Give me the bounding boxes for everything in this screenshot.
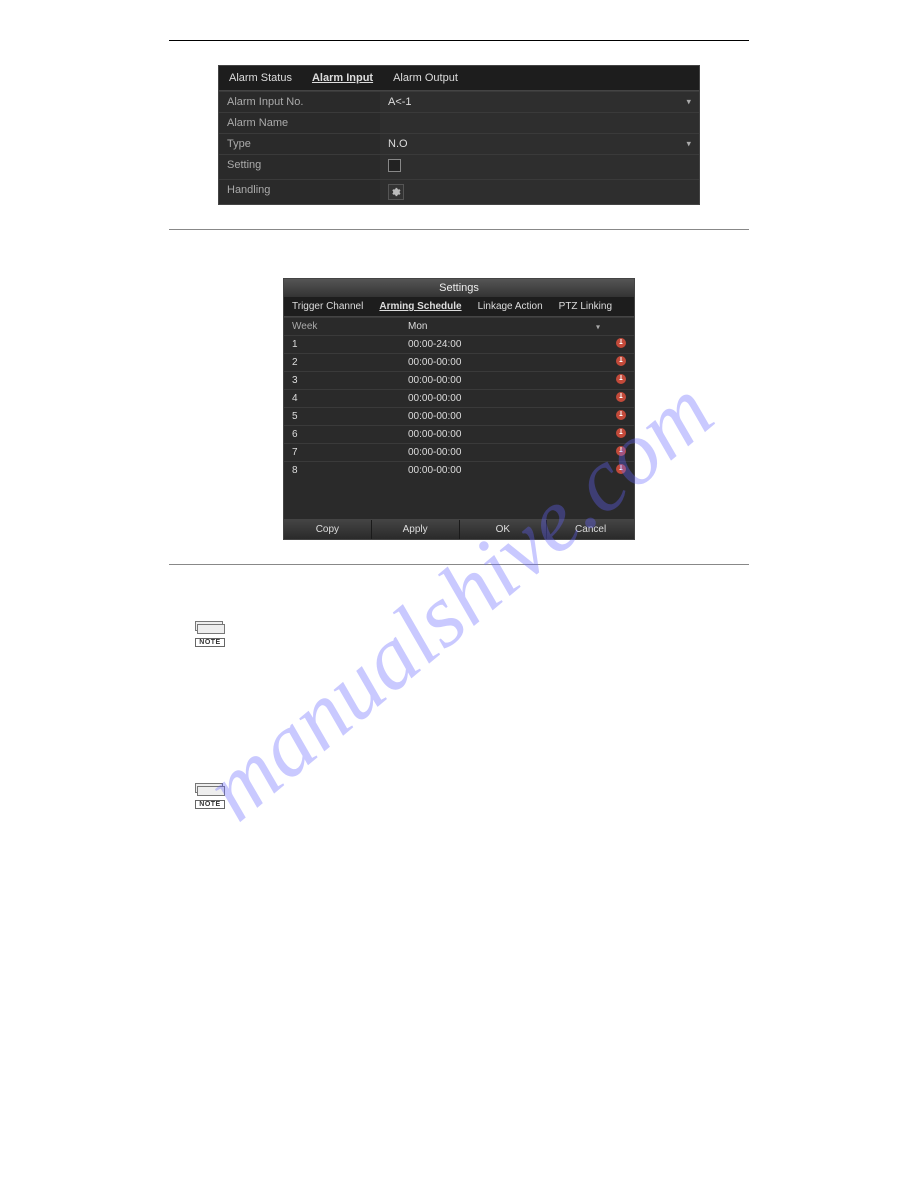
note-label: NOTE	[195, 800, 225, 809]
schedule-row-index: 6	[284, 426, 400, 443]
ok-button[interactable]: OK	[459, 520, 547, 539]
settings-button-bar: Copy Apply OK Cancel	[284, 519, 634, 539]
schedule-row: 100:00-24:00	[284, 335, 634, 353]
panel1-tabs: Alarm Status Alarm Input Alarm Output	[219, 66, 699, 91]
schedule-time-range[interactable]: 00:00-00:00	[400, 354, 608, 371]
tab-arming-schedule[interactable]: Arming Schedule	[371, 297, 469, 316]
label-alarm-input-no: Alarm Input No.	[219, 92, 380, 112]
schedule-row: 500:00-00:00	[284, 407, 634, 425]
schedule-time-range[interactable]: 00:00-00:00	[400, 426, 608, 443]
clock-icon[interactable]	[616, 410, 626, 420]
select-type[interactable]: N.O	[380, 134, 699, 154]
clock-icon-cell	[608, 446, 634, 459]
schedule-row: 300:00-00:00	[284, 371, 634, 389]
note-icon: NOTE	[195, 783, 223, 809]
clock-icon-cell	[608, 464, 634, 477]
schedule-row: 200:00-00:00	[284, 353, 634, 371]
clock-icon-cell	[608, 428, 634, 441]
handling-cell	[380, 180, 699, 204]
schedule-time-range[interactable]: 00:00-24:00	[400, 336, 608, 353]
schedule-time-range[interactable]: 00:00-00:00	[400, 444, 608, 461]
clock-icon[interactable]	[616, 356, 626, 366]
clock-icon[interactable]	[616, 374, 626, 384]
clock-icon[interactable]	[616, 428, 626, 438]
clock-icon-cell	[608, 356, 634, 369]
schedule-row: 400:00-00:00	[284, 389, 634, 407]
select-alarm-input-no[interactable]: A<-1	[380, 92, 699, 112]
apply-button[interactable]: Apply	[371, 520, 459, 539]
tab-alarm-output[interactable]: Alarm Output	[383, 66, 468, 90]
tab-linkage-action[interactable]: Linkage Action	[470, 297, 551, 316]
schedule-row-index: 4	[284, 390, 400, 407]
schedule-row: 600:00-00:00	[284, 425, 634, 443]
clock-icon[interactable]	[616, 446, 626, 456]
label-alarm-name: Alarm Name	[219, 113, 380, 133]
clock-icon[interactable]	[616, 464, 626, 474]
schedule-row-index: 2	[284, 354, 400, 371]
settings-panel: Settings Trigger Channel Arming Schedule…	[283, 278, 635, 540]
schedule-row-index: 3	[284, 372, 400, 389]
schedule-row-index: 8	[284, 462, 400, 479]
settings-tabs: Trigger Channel Arming Schedule Linkage …	[284, 297, 634, 317]
alarm-input-panel: Alarm Status Alarm Input Alarm Output Al…	[218, 65, 700, 205]
checkbox-setting[interactable]	[388, 159, 401, 172]
clock-icon[interactable]	[616, 338, 626, 348]
clock-icon-cell	[608, 338, 634, 351]
tab-alarm-status[interactable]: Alarm Status	[219, 66, 302, 90]
note-label: NOTE	[195, 638, 225, 647]
tab-ptz-linking[interactable]: PTZ Linking	[551, 297, 620, 316]
schedule-row: 700:00-00:00	[284, 443, 634, 461]
input-alarm-name[interactable]	[380, 113, 699, 133]
clock-icon-cell	[608, 410, 634, 423]
copy-button[interactable]: Copy	[284, 520, 371, 539]
label-setting: Setting	[219, 155, 380, 179]
schedule-row-index: 1	[284, 336, 400, 353]
tab-trigger-channel[interactable]: Trigger Channel	[284, 297, 371, 316]
gear-icon[interactable]	[388, 184, 404, 200]
label-handling: Handling	[219, 180, 380, 204]
label-week: Week	[284, 318, 400, 335]
cancel-button[interactable]: Cancel	[546, 520, 634, 539]
schedule-time-range[interactable]: 00:00-00:00	[400, 372, 608, 389]
clock-icon[interactable]	[616, 392, 626, 402]
checkbox-setting-cell	[380, 155, 699, 179]
tab-alarm-input[interactable]: Alarm Input	[302, 66, 383, 90]
schedule-time-range[interactable]: 00:00-00:00	[400, 462, 608, 479]
schedule-row-index: 7	[284, 444, 400, 461]
schedule-time-range[interactable]: 00:00-00:00	[400, 408, 608, 425]
schedule-row-index: 5	[284, 408, 400, 425]
clock-icon-cell	[608, 392, 634, 405]
label-type: Type	[219, 134, 380, 154]
schedule-time-range[interactable]: 00:00-00:00	[400, 390, 608, 407]
note-icon: NOTE	[195, 621, 223, 647]
schedule-row: 800:00-00:00	[284, 461, 634, 479]
clock-icon-cell	[608, 374, 634, 387]
settings-title: Settings	[284, 279, 634, 297]
select-week[interactable]: Mon	[400, 318, 608, 335]
